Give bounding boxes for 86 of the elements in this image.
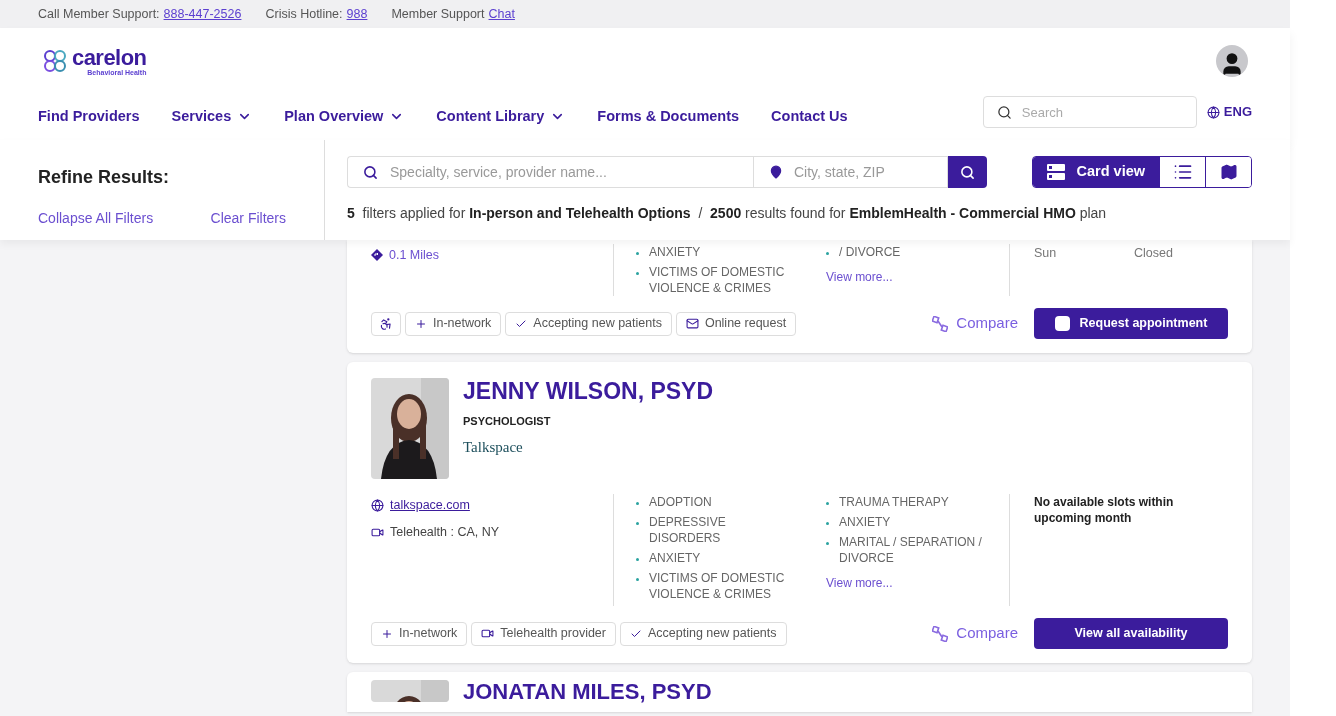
bullet-icon [636,502,639,505]
specialty-item: TRAUMA THERAPY [839,494,949,510]
nav-link[interactable]: Services [171,106,253,128]
contact-text: Telehealth : CA, NY [390,523,500,541]
map-pin-icon [769,165,783,179]
view-availability-button[interactable]: View all availability [1034,618,1228,649]
site-search-field[interactable]: Search [982,96,1197,128]
wheelchair-icon [379,316,393,331]
support-link[interactable]: Chat [488,4,515,24]
feature-badge: Accepting new patients [620,621,787,646]
specialty-item: DEPRESSIVE DISORDERS [649,514,727,546]
bullet-icon [636,578,639,581]
bullet-icon [636,558,639,561]
compare-button[interactable]: Compare [932,312,1018,335]
user-avatar[interactable] [1216,45,1248,77]
search-icon [996,104,1012,120]
specialty-item: VICTIMS OF DOMESTIC VIOLENCE & CRIMES [649,570,786,602]
video-camera-icon [481,627,495,640]
cards-icon [1046,164,1065,180]
view-more-link[interactable]: View more... [826,576,893,590]
nav-link[interactable]: Find Providers [38,106,140,128]
bullet-icon [826,542,829,545]
plus-icon [415,317,427,330]
contact-text: 0.1 Miles [389,247,440,264]
search-button[interactable] [948,156,987,188]
filter-action-link[interactable]: Collapse All Filters [38,208,154,229]
globe-icon [1206,105,1220,119]
support-link[interactable]: 988 [346,4,368,24]
feature-badge: In-network [371,621,468,646]
provider-name[interactable]: JENNY WILSON, PSYD [463,378,714,404]
search-icon [960,164,975,180]
map-view-button[interactable] [1205,157,1251,187]
plus-icon [381,627,393,640]
specialty-item: VICTIMS OF DOMESTIC VIOLENCE & CRIMES [649,264,786,296]
request-appointment-button[interactable]: Request appointment [1034,308,1228,339]
map-icon [1219,163,1238,181]
bullet-icon [826,522,829,525]
nav-link[interactable]: Contact Us [771,106,848,128]
provider-name[interactable]: JONATAN MILES, PSYD [463,680,712,712]
specialty-item: MARITAL / SEPARATION / DIVORCE [839,534,983,566]
logo-icon [42,48,68,74]
view-more-link[interactable]: View more... [826,270,893,284]
linked-squares-icon [932,315,949,332]
availability-note: No available slots within upcoming month [1034,494,1175,526]
feature-badge: Telehealth provider [471,621,616,646]
organization-name: Talkspace [463,437,524,457]
nav-link[interactable]: Forms & Documents [597,106,740,128]
logo-wordmark: carelon [72,46,147,69]
bullet-icon [826,252,829,255]
location-field[interactable]: City, state, ZIP [753,156,948,188]
specialty-item: ANXIETY [649,244,701,260]
support-link[interactable]: 888-447-2526 [163,4,242,24]
bullet-icon [636,522,639,525]
search-icon [363,164,378,180]
bullet-icon [636,272,639,275]
nav-link[interactable]: Content Library [436,106,566,128]
specialty-item: ANXIETY [839,514,891,530]
directions-icon [371,249,383,262]
bullet-icon [826,502,829,505]
filter-action-link[interactable]: Clear Filters [210,208,286,229]
specialty-item: ANXIETY [649,550,701,566]
mail-icon [685,317,699,330]
globe-icon [371,498,384,512]
provider-title: PSYCHOLOGIST [463,414,552,429]
card-view-button[interactable]: Card view [1032,157,1159,187]
feature-badge: Online request [675,311,797,336]
refine-results-heading: Refine Results: [38,166,171,189]
support-label: Call Member Support: [38,5,160,23]
bullet-icon [636,252,639,255]
support-label: Crisis Hotline: [265,5,343,23]
checkbox-icon [1054,316,1070,331]
results-summary: 5 filters applied for In-person and Telehealth Options / 2500 results found for EmblemHealth - Commercial HMO plan [347,204,1108,223]
hours-time: Closed [1134,245,1173,262]
nav-link[interactable]: Plan Overview [284,106,405,128]
website-link[interactable]: talkspace.com [390,496,470,515]
specialty-item: ADOPTION [649,494,712,510]
hours-day: Sun [1034,244,1134,263]
feature-badge: In-network [405,311,502,336]
specialty-item: / DIVORCE [839,244,901,260]
linked-squares-icon [932,625,949,642]
feature-badge: Accepting new patients [505,311,672,336]
compare-button[interactable]: Compare [932,622,1018,645]
language-button[interactable]: ENG [1206,102,1252,122]
list-icon [1172,162,1193,182]
support-label: Member Support [391,5,485,23]
provider-search-field[interactable]: Specialty, service, provider name... [347,156,753,188]
